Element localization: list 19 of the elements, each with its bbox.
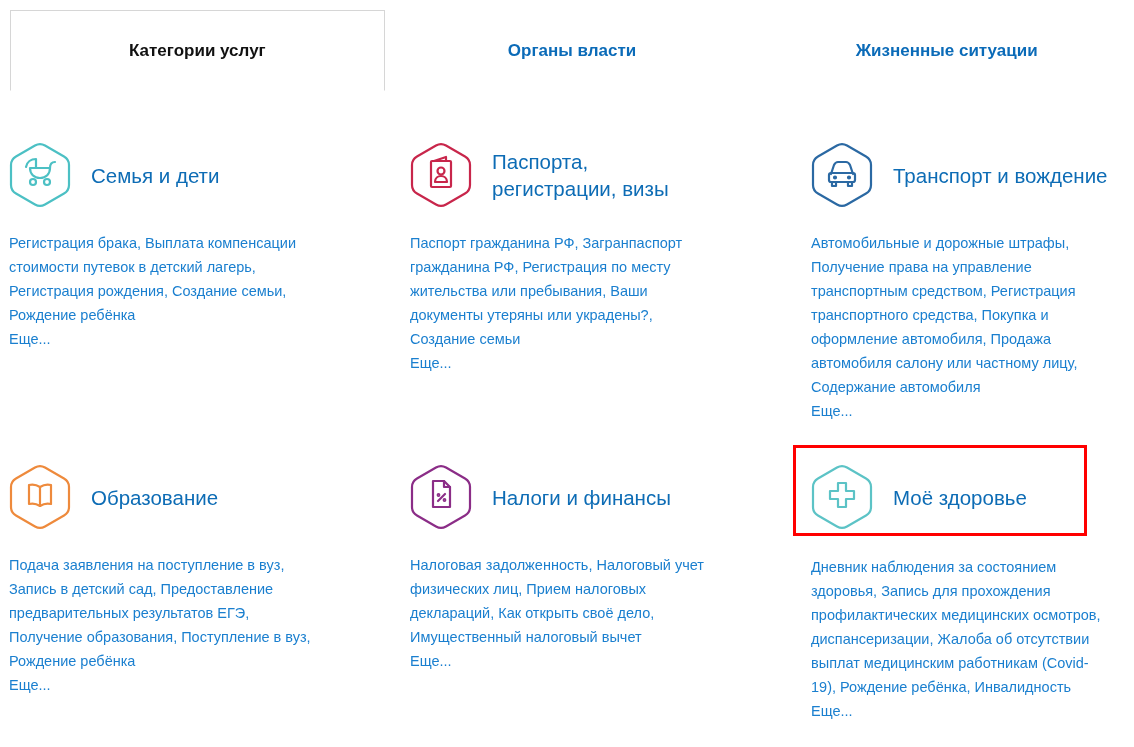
more-link[interactable]: Еще... <box>811 699 853 723</box>
service-links[interactable]: Автомобильные и дорожные штрафы, Получение права на управление транспортным средством, Регистрация транспортного средства, Покупка и оформление автомобиля, Продажа автомобиля салону или частному лицу, Содержание автомобиля <box>811 231 1113 399</box>
more-link[interactable]: Еще... <box>410 649 452 673</box>
more-link[interactable]: Еще... <box>811 399 853 423</box>
more-link[interactable]: Еще... <box>9 327 51 351</box>
category-title[interactable]: Семья и дети <box>91 161 317 189</box>
category-title[interactable]: Налоги и финансы <box>492 483 718 511</box>
service-links[interactable]: Паспорт гражданина РФ, Загранпаспорт гражданина РФ, Регистрация по месту жительства или пребывания, Ваши документы утеряны или украдены?, Создание семьи <box>410 231 712 351</box>
category-title[interactable]: Паспорта, регистрации, визы <box>492 148 718 202</box>
tab[interactable]: Категории услуг <box>10 10 385 91</box>
service-links[interactable]: Дневник наблюдения за состоянием здоровья, Запись для прохождения профилактических медицинских осмотров, диспансеризации, Жалоба об отсутствии выплат медицинским работникам (Covid-19), Рождение ребёнка, Инвалидность <box>811 555 1113 699</box>
service-links[interactable]: Регистрация брака, Выплата компенсации стоимости путевок в детский лагерь, Регистрация рождения, Создание семьи, Рождение ребёнка <box>9 231 311 327</box>
service-links[interactable]: Подача заявления на поступление в вуз, Запись в детский сад, Предоставление предварительных результатов ЕГЭ, Получение образования, Поступление в вуз, Рождение ребёнка <box>9 553 311 673</box>
more-link[interactable]: Еще... <box>9 673 51 697</box>
category-title[interactable]: Транспорт и вождение <box>893 161 1119 189</box>
category-title[interactable]: Моё здоровье <box>893 483 1084 511</box>
category-title[interactable]: Образование <box>91 483 317 511</box>
more-link[interactable]: Еще... <box>410 351 452 375</box>
service-links[interactable]: Налоговая задолженность, Налоговый учет физических лиц, Прием налоговых деклараций, Как открыть своё дело, Имущественный налоговый вычет <box>410 553 712 649</box>
